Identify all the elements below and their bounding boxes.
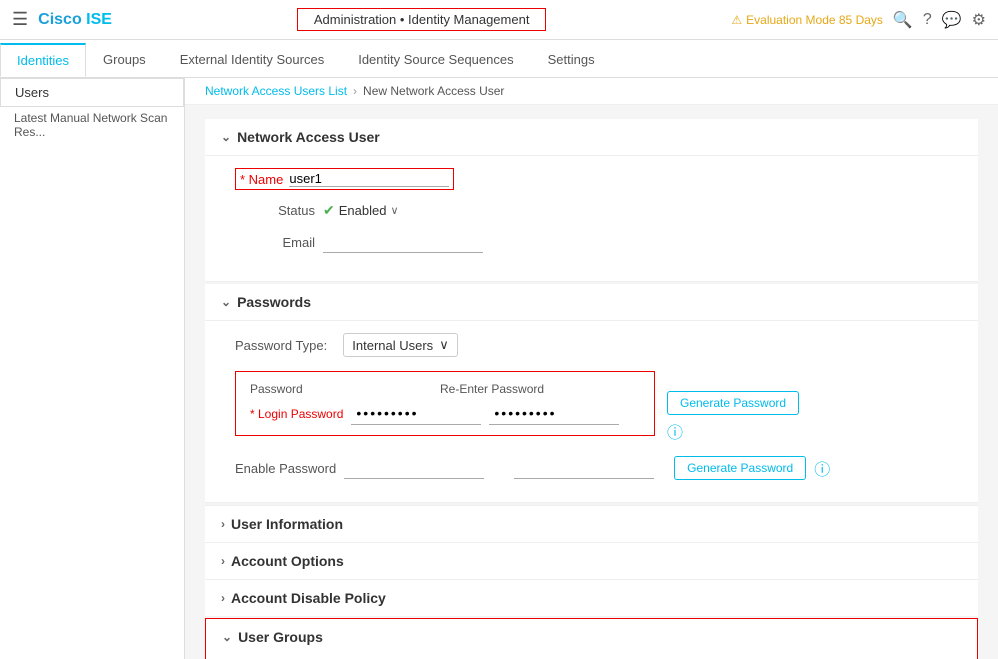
chevron-right-icon-user-info: › [221, 517, 225, 531]
tab-settings[interactable]: Settings [531, 43, 612, 76]
login-password-row: * Login Password [250, 402, 640, 425]
section-user-groups-header[interactable]: ⌄ User Groups [206, 619, 977, 655]
login-password-label: * Login Password [250, 407, 343, 421]
enable-password-input[interactable] [344, 457, 484, 479]
menu-icon[interactable]: ☰ [12, 9, 28, 30]
eval-warning-icon: ⚠ [731, 13, 742, 27]
section-passwords-body: Password Type: Internal Users ∨ Password… [205, 321, 978, 502]
tab-identity-source-sequences[interactable]: Identity Source Sequences [341, 43, 530, 76]
enable-password-inputs [344, 457, 654, 479]
section-user-information[interactable]: › User Information [205, 505, 978, 542]
section-passwords-title: Passwords [237, 294, 311, 310]
section-passwords: ⌄ Passwords Password Type: Internal User… [205, 284, 978, 503]
enable-password-label: Enable Password [235, 461, 336, 476]
brand: Cisco ISE [38, 11, 112, 29]
search-icon[interactable]: 🔍 [893, 10, 913, 30]
status-label: Status [235, 203, 315, 218]
status-text: Enabled [339, 203, 387, 218]
chevron-right-icon-account-options: › [221, 554, 225, 568]
enable-password-row: Enable Password Generate Password ⓘ [235, 456, 958, 480]
login-password-reenter-input[interactable] [489, 402, 619, 425]
help-icon[interactable]: ? [923, 11, 932, 29]
password-type-value: Internal Users [352, 338, 433, 353]
sidebar-item-latest-scan[interactable]: Latest Manual Network Scan Res... [0, 107, 184, 143]
eval-mode-text: Evaluation Mode 85 Days [746, 13, 883, 27]
section-network-access-user-body: * Name Status ✔ Enabled ∨ [205, 156, 978, 281]
password-box: Password Re-Enter Password * Login Passw… [235, 371, 655, 436]
breadcrumb-current: New Network Access User [363, 84, 504, 98]
section-network-access-user: ⌄ Network Access User * Name Status [205, 119, 978, 282]
password-type-label: Password Type: [235, 338, 327, 353]
tab-external-identity-sources[interactable]: External Identity Sources [163, 43, 342, 76]
password-type-arrow: ∨ [439, 337, 449, 353]
main-layout: Users Latest Manual Network Scan Res... … [0, 78, 998, 659]
pw-col-reenter-header: Re-Enter Password [440, 382, 544, 396]
section-user-groups-title: User Groups [238, 629, 323, 645]
login-password-info-icon[interactable]: ⓘ [667, 419, 799, 443]
status-check-icon: ✔ [323, 202, 335, 219]
password-columns: Password Re-Enter Password [250, 382, 640, 396]
breadcrumb: Network Access Users List › New Network … [185, 78, 998, 105]
pw-col-password-header: Password [250, 382, 380, 396]
section-network-access-user-header[interactable]: ⌄ Network Access User [205, 119, 978, 156]
status-row: Status ✔ Enabled ∨ [235, 202, 958, 219]
email-input[interactable] [323, 231, 483, 253]
section-account-options-title: Account Options [231, 553, 344, 569]
tab-groups[interactable]: Groups [86, 43, 163, 76]
sidebar: Users Latest Manual Network Scan Res... [0, 78, 185, 659]
breadcrumb-separator: › [353, 84, 357, 98]
chevron-down-icon-passwords: ⌄ [221, 295, 231, 309]
name-field-wrapper: * Name [235, 168, 454, 190]
section-passwords-header[interactable]: ⌄ Passwords [205, 284, 978, 321]
section-account-disable-policy-title: Account Disable Policy [231, 590, 386, 606]
brand-cisco: Cisco [38, 11, 82, 28]
status-dropdown[interactable]: ✔ Enabled ∨ [323, 202, 399, 219]
generate-login-password-button[interactable]: Generate Password [667, 391, 799, 415]
section-user-groups: ⌄ User Groups ⠿ ALL_ACCOUNTS (default) ∨… [205, 618, 978, 659]
nav-tabs: Identities Groups External Identity Sour… [0, 40, 998, 78]
header-center: Administration • Identity Management [112, 8, 731, 31]
sidebar-item-users[interactable]: Users [0, 78, 184, 107]
breadcrumb-link[interactable]: Network Access Users List [205, 84, 347, 98]
password-type-select[interactable]: Internal Users ∨ [343, 333, 457, 357]
settings-icon[interactable]: ⚙ [972, 10, 986, 30]
eval-mode-badge: ⚠ Evaluation Mode 85 Days [731, 13, 883, 27]
email-row: Email [235, 231, 958, 253]
section-account-options[interactable]: › Account Options [205, 542, 978, 579]
password-type-row: Password Type: Internal Users ∨ [235, 333, 958, 357]
alerts-icon[interactable]: 💬 [942, 10, 962, 30]
name-input[interactable] [289, 171, 449, 187]
content-area: ⌄ Network Access User * Name Status [185, 105, 998, 659]
section-user-information-title: User Information [231, 516, 343, 532]
brand-ise: ISE [86, 11, 112, 28]
chevron-right-icon-disable-policy: › [221, 591, 225, 605]
chevron-down-icon: ⌄ [221, 130, 231, 144]
main-content: Network Access Users List › New Network … [185, 78, 998, 659]
top-header: ☰ Cisco ISE Administration • Identity Ma… [0, 0, 998, 40]
email-label: Email [235, 235, 315, 250]
header-right: ⚠ Evaluation Mode 85 Days 🔍 ? 💬 ⚙ [731, 10, 986, 30]
name-row: * Name [235, 168, 958, 190]
generate-enable-password-button[interactable]: Generate Password [674, 456, 806, 480]
login-password-input[interactable] [351, 402, 481, 425]
enable-password-reenter-input[interactable] [514, 457, 654, 479]
chevron-down-icon-user-groups: ⌄ [222, 630, 232, 644]
section-network-access-user-title: Network Access User [237, 129, 380, 145]
section-account-disable-policy[interactable]: › Account Disable Policy [205, 579, 978, 616]
name-label: * Name [240, 172, 283, 187]
section-user-groups-body: ⠿ ALL_ACCOUNTS (default) ∨ − + [206, 655, 977, 659]
status-dropdown-arrow: ∨ [390, 204, 398, 217]
header-title: Administration • Identity Management [297, 8, 547, 31]
tab-identities[interactable]: Identities [0, 43, 86, 77]
enable-password-info-icon[interactable]: ⓘ [814, 456, 830, 480]
